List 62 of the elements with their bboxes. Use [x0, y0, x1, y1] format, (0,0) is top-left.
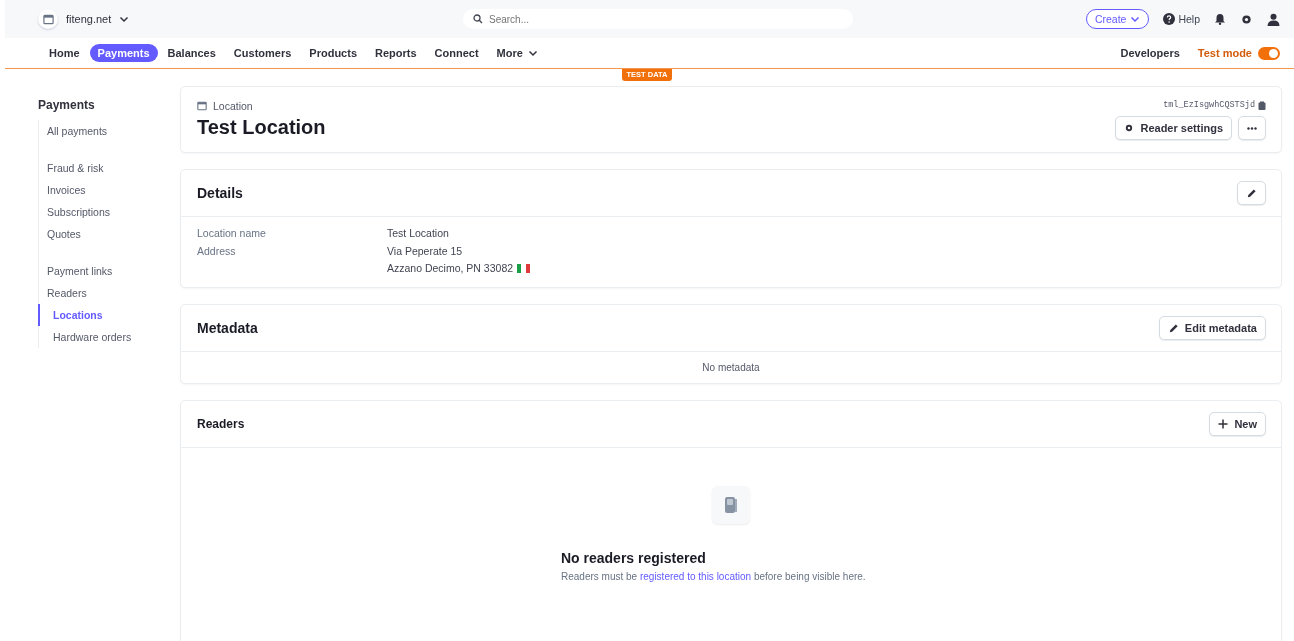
sidebar-item[interactable]: Payment links: [39, 260, 113, 282]
section-title: Readers: [197, 417, 245, 431]
pencil-icon: [1167, 322, 1179, 334]
field-value: Via Peperate 15: [387, 245, 463, 257]
empty-state-title: No readers registered: [561, 550, 707, 566]
sidebar-item[interactable]: Hardware orders: [39, 326, 132, 348]
developers-link[interactable]: Developers: [1120, 47, 1180, 59]
chevron-down-icon: [1130, 14, 1141, 24]
new-reader-button[interactable]: New: [1209, 412, 1266, 436]
more-menu[interactable]: More: [488, 44, 546, 62]
object-id: tml_EzIsgwhCQSTSjd: [1163, 100, 1255, 110]
nav-tab[interactable]: Home: [41, 44, 88, 62]
notifications-button[interactable]: [1214, 13, 1226, 25]
account-button[interactable]: [1267, 12, 1280, 26]
clipboard-icon[interactable]: [1258, 100, 1266, 110]
sidebar-item[interactable]: Readers: [39, 282, 87, 304]
object-type-label: Location: [213, 100, 253, 112]
store-icon[interactable]: [38, 9, 58, 29]
card-reader-icon: [724, 496, 738, 514]
registration-link[interactable]: registered to this location: [639, 571, 752, 582]
sidebar-item[interactable]: Fraud & risk: [39, 157, 104, 179]
nav-tab[interactable]: Connect: [426, 44, 487, 62]
field-value: Azzano Decimo, PN 33082: [387, 262, 514, 274]
empty-message: No metadata: [702, 362, 760, 373]
sidebar-item[interactable]: Locations: [38, 304, 103, 326]
user-icon: [1267, 12, 1280, 26]
nav-tab[interactable]: Balances: [159, 44, 224, 62]
ellipsis-icon: [1247, 126, 1257, 130]
chevron-down-icon: [119, 14, 130, 24]
store-icon: [197, 101, 207, 111]
account-name[interactable]: fiteng.net: [66, 13, 112, 25]
page-title: Test Location: [197, 116, 326, 139]
test-mode-toggle[interactable]: [1258, 46, 1280, 60]
sidebar-item[interactable]: Invoices: [39, 179, 86, 201]
help-button[interactable]: Help: [1163, 13, 1200, 25]
plus-icon: [1218, 419, 1229, 429]
field-value: Test Location: [387, 227, 449, 239]
help-icon: [1163, 13, 1176, 25]
sidebar-item[interactable]: Quotes: [39, 223, 81, 245]
sidebar-title: Payments: [38, 98, 95, 112]
section-title: Details: [197, 185, 243, 201]
nav-tab[interactable]: Reports: [367, 44, 425, 62]
empty-state-text: Readers must be registered to this location before being visible here.: [561, 571, 867, 582]
field-label: Location name: [197, 227, 267, 239]
test-mode-label: Test mode: [1197, 47, 1252, 59]
section-title: Metadata: [197, 320, 258, 336]
create-button[interactable]: Create: [1085, 9, 1150, 29]
chevron-down-icon: [527, 48, 538, 58]
search-field[interactable]: Search...: [463, 9, 853, 29]
field-label: Address: [197, 245, 237, 259]
caret-icon[interactable]: [119, 14, 130, 24]
sidebar-item[interactable]: All payments: [39, 120, 108, 142]
bell-icon: [1214, 13, 1226, 25]
sidebar-item[interactable]: Subscriptions: [39, 201, 111, 223]
pencil-icon: [1246, 187, 1257, 199]
nav-tab[interactable]: Payments: [89, 44, 158, 62]
nav-tab[interactable]: Products: [301, 44, 365, 62]
nav-tab[interactable]: Customers: [225, 44, 300, 62]
more-options-button[interactable]: [1238, 116, 1266, 140]
reader-settings-button[interactable]: Reader settings: [1115, 116, 1232, 140]
edit-metadata-button[interactable]: Edit metadata: [1158, 316, 1266, 340]
edit-button[interactable]: [1237, 181, 1266, 205]
